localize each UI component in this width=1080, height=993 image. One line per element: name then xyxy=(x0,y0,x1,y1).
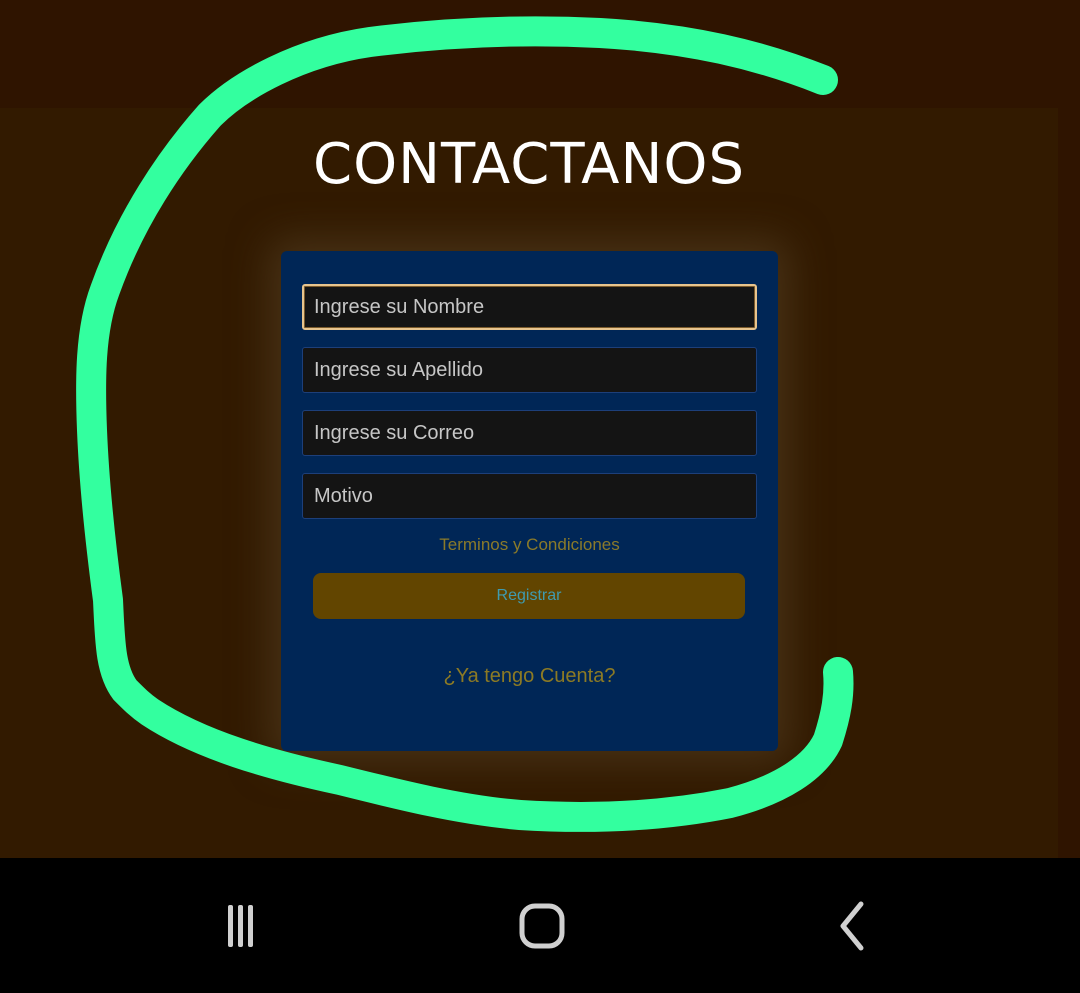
recent-apps-button[interactable] xyxy=(200,886,280,966)
top-background xyxy=(0,0,1080,108)
login-link[interactable]: ¿Ya tengo Cuenta? xyxy=(281,665,778,688)
right-edge xyxy=(1058,108,1080,858)
nombre-input[interactable] xyxy=(302,284,757,330)
home-button[interactable] xyxy=(502,886,582,966)
terms-link[interactable]: Terminos y Condiciones xyxy=(281,535,778,555)
android-nav-bar xyxy=(0,858,1080,993)
back-icon xyxy=(840,901,864,951)
page-title: CONTACTANOS xyxy=(312,132,746,197)
home-icon xyxy=(519,903,565,949)
back-button[interactable] xyxy=(805,886,885,966)
apellido-input[interactable] xyxy=(302,347,757,393)
correo-input[interactable] xyxy=(302,410,757,456)
contact-form-card: Terminos y Condiciones Registrar ¿Ya ten… xyxy=(281,251,778,751)
recent-apps-icon xyxy=(228,905,253,947)
motivo-input[interactable] xyxy=(302,473,757,519)
register-button[interactable]: Registrar xyxy=(313,573,745,619)
